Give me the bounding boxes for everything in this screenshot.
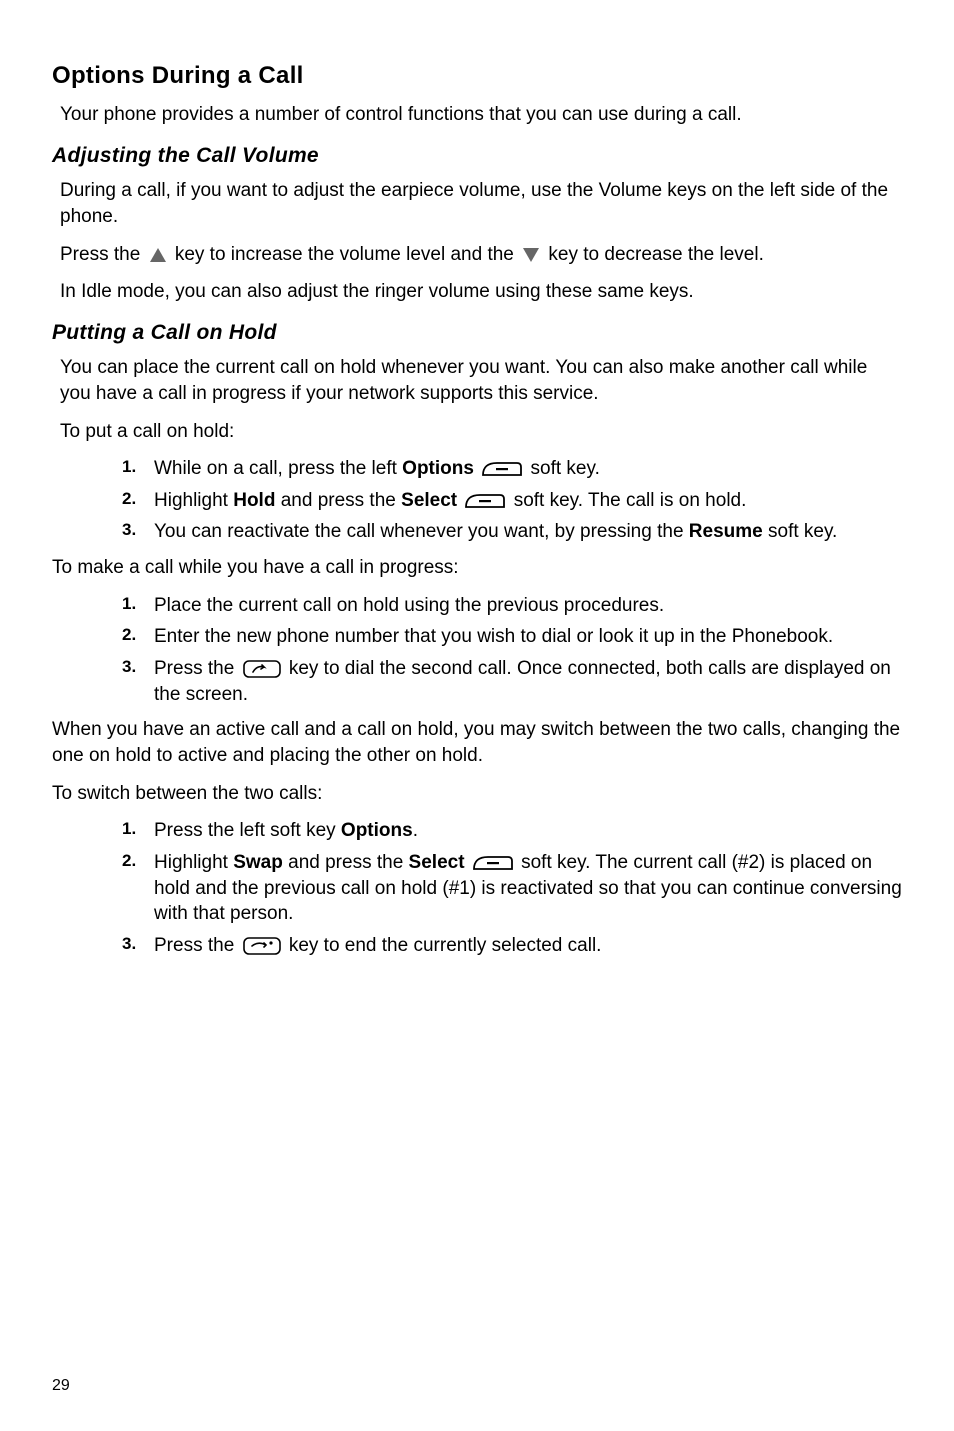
resume-label: Resume (689, 521, 763, 542)
text: Press the left soft key (154, 820, 341, 841)
list-item: 1. While on a call, press the left Optio… (52, 456, 902, 482)
options-label: Options (402, 458, 474, 479)
text: Press the (154, 658, 240, 679)
hold-p3: To make a call while you have a call in … (52, 555, 902, 581)
list-item: 3. You can reactivate the call whenever … (52, 519, 902, 545)
softkey-icon (464, 493, 506, 509)
hold-p4: When you have an active call and a call … (52, 717, 902, 768)
step-text: Highlight Hold and press the Select soft… (154, 488, 902, 514)
text: You can reactivate the call whenever you… (154, 521, 689, 542)
hold-p5: To switch between the two calls: (52, 781, 902, 807)
hold-label: Hold (233, 490, 275, 511)
step-number: 3. (122, 656, 140, 707)
send-key-icon (242, 659, 282, 679)
text: . (413, 820, 418, 841)
volume-up-icon (148, 246, 168, 264)
text: Highlight (154, 852, 233, 873)
volume-p3: In Idle mode, you can also adjust the ri… (60, 279, 902, 305)
step-text: Press the left soft key Options. (154, 818, 902, 844)
volume-p2: Press the key to increase the volume lev… (60, 242, 902, 268)
options-label: Options (341, 820, 413, 841)
step-text: Place the current call on hold using the… (154, 593, 902, 619)
text: key to end the currently selected call. (289, 935, 602, 956)
text: and press the (283, 852, 409, 873)
text: and press the (275, 490, 401, 511)
step-number: 1. (122, 818, 140, 844)
list-item: 3. Press the key to dial the second call… (52, 656, 902, 707)
text: key to decrease the level. (548, 244, 763, 265)
select-label: Select (401, 490, 457, 511)
text: soft key. (531, 458, 600, 479)
text: soft key. The call is on hold. (514, 490, 747, 511)
list-item: 2. Highlight Hold and press the Select s… (52, 488, 902, 514)
section-intro: Your phone provides a number of control … (60, 102, 902, 128)
text: Press the (60, 244, 146, 265)
volume-heading: Adjusting the Call Volume (52, 142, 902, 170)
text: Highlight (154, 490, 233, 511)
step-number: 3. (122, 933, 140, 959)
select-label: Select (409, 852, 465, 873)
hold-p1: You can place the current call on hold w… (60, 355, 902, 406)
step-number: 1. (122, 456, 140, 482)
list-item: 2. Highlight Swap and press the Select s… (52, 850, 902, 927)
step-number: 1. (122, 593, 140, 619)
hold-heading: Putting a Call on Hold (52, 319, 902, 347)
text: soft key. (763, 521, 838, 542)
step-text: Enter the new phone number that you wish… (154, 624, 902, 650)
section-heading: Options During a Call (52, 60, 902, 92)
page-number: 29 (52, 1375, 70, 1397)
volume-p1: During a call, if you want to adjust the… (60, 178, 902, 229)
list-item: 3. Press the key to end the currently se… (52, 933, 902, 959)
softkey-icon (481, 461, 523, 477)
step-text: Press the key to end the currently selec… (154, 933, 902, 959)
swap-label: Swap (233, 852, 283, 873)
step-number: 2. (122, 624, 140, 650)
hold-p2: To put a call on hold: (60, 419, 902, 445)
volume-down-icon (521, 246, 541, 264)
step-number: 2. (122, 850, 140, 927)
switch-calls-steps-list: 1. Press the left soft key Options. 2. H… (52, 818, 902, 958)
list-item: 1. Place the current call on hold using … (52, 593, 902, 619)
step-number: 3. (122, 519, 140, 545)
step-text: Press the key to dial the second call. O… (154, 656, 902, 707)
end-key-icon (242, 936, 282, 956)
text: While on a call, press the left (154, 458, 402, 479)
step-text: While on a call, press the left Options … (154, 456, 902, 482)
list-item: 1. Press the left soft key Options. (52, 818, 902, 844)
text: key to increase the volume level and the (175, 244, 519, 265)
softkey-icon (472, 855, 514, 871)
step-number: 2. (122, 488, 140, 514)
step-text: You can reactivate the call whenever you… (154, 519, 902, 545)
list-item: 2. Enter the new phone number that you w… (52, 624, 902, 650)
second-call-steps-list: 1. Place the current call on hold using … (52, 593, 902, 708)
step-text: Highlight Swap and press the Select soft… (154, 850, 902, 927)
hold-steps-list: 1. While on a call, press the left Optio… (52, 456, 902, 545)
text: Press the (154, 935, 240, 956)
